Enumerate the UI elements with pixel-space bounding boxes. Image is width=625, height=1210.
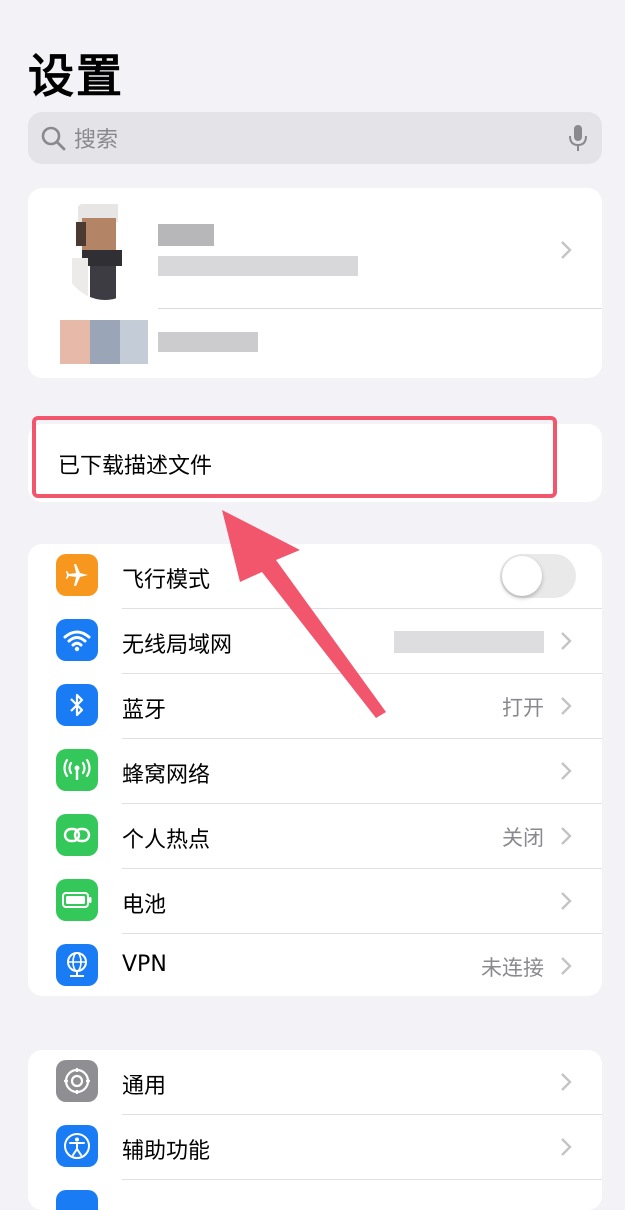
general-group: 通用 辅助功能 (28, 1050, 602, 1210)
row-bluetooth[interactable]: 蓝牙 打开 (28, 674, 602, 739)
row-vpn[interactable]: VPN 未连接 (28, 934, 602, 996)
chevron-right-icon (561, 632, 572, 650)
row-personal-hotspot[interactable]: 个人热点 关闭 (28, 804, 602, 869)
row-label: VPN (122, 952, 167, 977)
row-battery[interactable]: 电池 (28, 869, 602, 934)
row-cellular[interactable]: 蜂窝网络 (28, 739, 602, 804)
row-value: 未连接 (481, 956, 544, 980)
row-next-partial[interactable] (28, 1180, 602, 1210)
family-label-redacted (158, 332, 258, 352)
row-accessibility[interactable]: 辅助功能 (28, 1115, 602, 1180)
row-label: 无线局域网 (122, 633, 233, 658)
chevron-right-icon (561, 1073, 572, 1091)
row-label: 通用 (122, 1074, 167, 1099)
search-placeholder: 搜索 (74, 128, 119, 153)
wifi-icon (56, 619, 98, 661)
row-wifi[interactable]: 无线局域网 (28, 609, 602, 674)
chevron-right-icon (561, 957, 572, 975)
chevron-right-icon (561, 892, 572, 910)
row-value: 关闭 (502, 826, 544, 850)
avatar (60, 196, 150, 300)
settings-icon (56, 1190, 98, 1210)
apple-id-card[interactable] (28, 188, 602, 378)
bluetooth-icon (56, 684, 98, 726)
chevron-right-icon (561, 762, 572, 780)
row-value: 打开 (502, 696, 544, 720)
chevron-right-icon (561, 697, 572, 715)
chevron-right-icon (561, 241, 572, 259)
gear-icon (56, 1060, 98, 1102)
annotation-highlight-box (32, 416, 557, 498)
row-label: 蜂窝网络 (122, 763, 211, 788)
page-title: 设置 (28, 49, 124, 103)
account-subtitle-redacted (158, 256, 358, 276)
vpn-globe-icon (56, 944, 98, 986)
accessibility-icon (56, 1125, 98, 1167)
hotspot-icon (56, 814, 98, 856)
row-label: 辅助功能 (122, 1139, 211, 1164)
account-name-redacted (158, 224, 214, 246)
microphone-icon[interactable] (568, 124, 588, 152)
connectivity-group: 飞行模式 无线局域网 蓝牙 打开 蜂窝网络 个人热点 关闭 电池 VPN 未连接 (28, 544, 602, 996)
row-label: 电池 (122, 893, 167, 918)
battery-icon (56, 879, 98, 921)
cellular-icon (56, 749, 98, 791)
row-label: 个人热点 (122, 828, 211, 853)
search-bar[interactable]: 搜索 (28, 112, 602, 164)
family-avatars (60, 320, 148, 364)
search-icon (41, 126, 66, 151)
wifi-network-redacted (394, 631, 544, 653)
airplane-mode-toggle[interactable] (500, 554, 576, 598)
row-label: 蓝牙 (122, 698, 167, 723)
airplane-icon (56, 554, 98, 596)
row-label: 飞行模式 (122, 568, 211, 593)
chevron-right-icon (561, 1138, 572, 1156)
row-airplane-mode[interactable]: 飞行模式 (28, 544, 602, 609)
chevron-right-icon (561, 827, 572, 845)
row-general[interactable]: 通用 (28, 1050, 602, 1115)
